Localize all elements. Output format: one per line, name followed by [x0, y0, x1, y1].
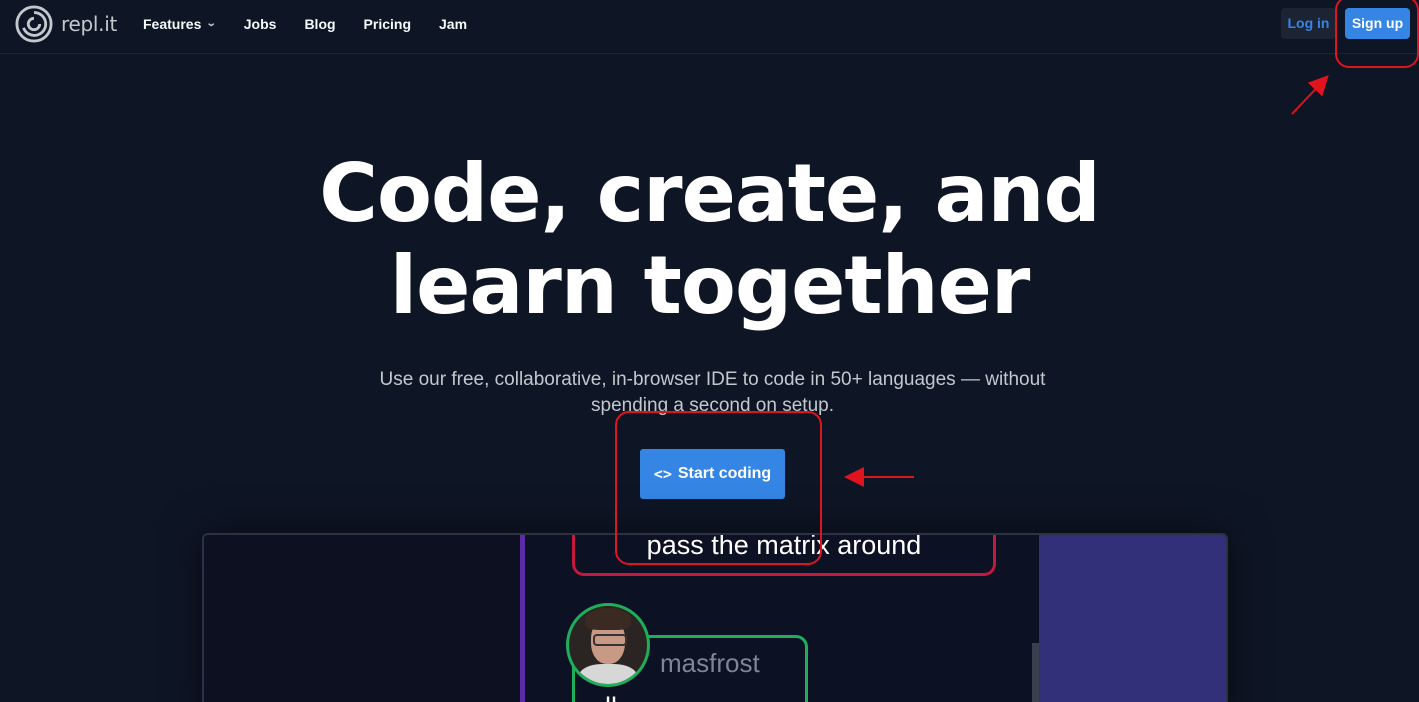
chat-message-text-2: ll ........	[605, 692, 685, 702]
video-left-pane	[204, 535, 520, 702]
chevron-down-icon: ⌄	[206, 18, 218, 29]
nav-link-label: Blog	[304, 16, 336, 32]
video-right-pane	[1039, 535, 1226, 702]
nav-link-label: Jobs	[243, 16, 277, 32]
nav-link-blog[interactable]: Blog	[304, 14, 335, 34]
nav-links: Features ⌄ Jobs Blog Pricing Jam	[143, 14, 495, 34]
start-coding-button[interactable]: <> Start coding	[640, 449, 785, 499]
login-button[interactable]: Log in	[1281, 8, 1336, 39]
hero-title-line1: Code, create, and	[319, 147, 1101, 240]
nav-link-features[interactable]: Features ⌄	[143, 14, 218, 34]
nav-link-jobs[interactable]: Jobs	[244, 14, 277, 34]
chat-bubble-red: pass the matrix around	[572, 533, 996, 576]
top-nav: repl.it Features ⌄ Jobs Blog Pricing Jam…	[0, 0, 1419, 54]
logo[interactable]: repl.it	[15, 5, 117, 43]
chat-username: masfrost	[660, 648, 760, 678]
page: repl.it Features ⌄ Jobs Blog Pricing Jam…	[0, 0, 1419, 702]
hero-subtitle: Use our free, collaborative, in-browser …	[379, 369, 1046, 416]
hero-title-line2: learn together	[389, 239, 1031, 332]
chat-message-text: pass the matrix around	[646, 533, 922, 560]
avatar	[566, 603, 650, 687]
arrow-icon	[1291, 75, 1329, 115]
logo-text: repl.it	[61, 12, 117, 36]
nav-link-jam[interactable]: Jam	[439, 14, 467, 34]
code-brackets-icon: <>	[653, 465, 672, 483]
video-scrollbar	[1032, 643, 1039, 702]
hero-title: Code, create, and learn together	[0, 148, 1419, 332]
nav-link-label: Features	[143, 16, 202, 32]
signup-button[interactable]: Sign up	[1345, 8, 1410, 39]
nav-link-label: Jam	[439, 16, 468, 32]
start-coding-label: Start coding	[677, 465, 772, 482]
nav-link-label: Pricing	[363, 16, 412, 32]
replit-logo-icon	[15, 5, 53, 43]
nav-link-pricing[interactable]: Pricing	[364, 14, 411, 34]
video-preview[interactable]: pass the matrix around masfrost ll .....…	[202, 533, 1228, 702]
